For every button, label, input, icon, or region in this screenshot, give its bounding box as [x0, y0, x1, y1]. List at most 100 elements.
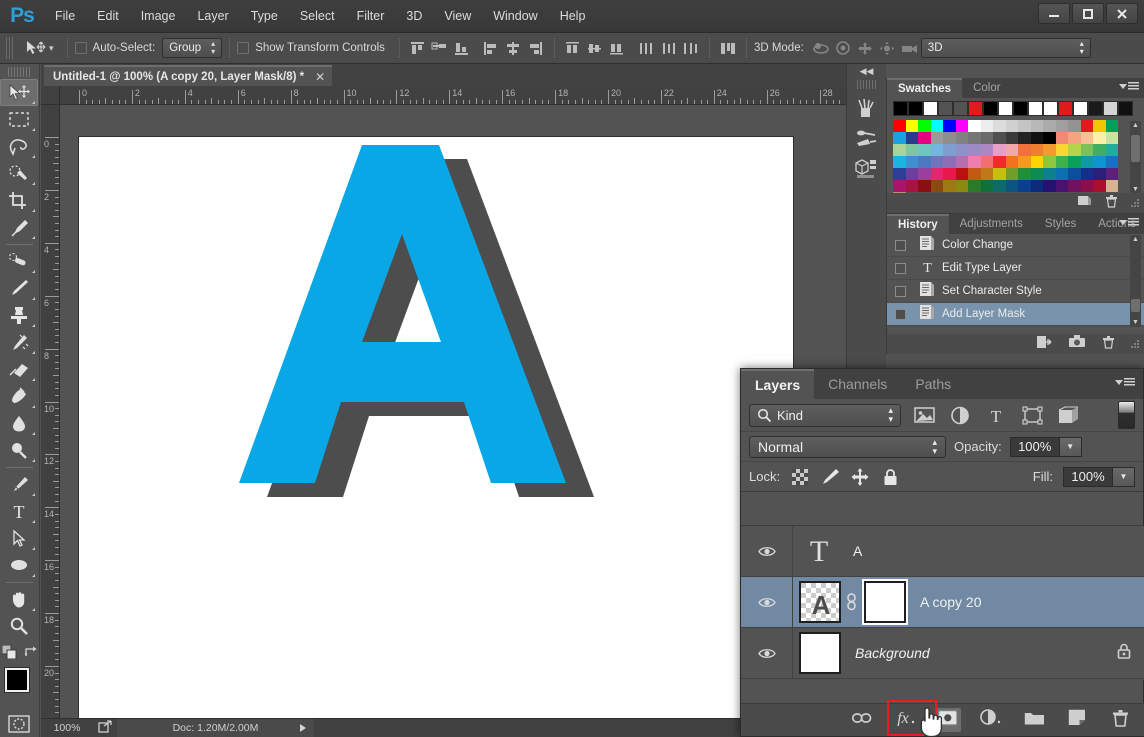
- document-info[interactable]: Doc: 1.20M/2.00M: [117, 718, 314, 737]
- swatches-tab-color[interactable]: Color: [962, 78, 1011, 98]
- swatch[interactable]: [1030, 120, 1043, 132]
- swatch[interactable]: [1080, 144, 1093, 156]
- hand-tool[interactable]: [0, 586, 38, 613]
- swatch[interactable]: [1030, 180, 1043, 192]
- canvas[interactable]: [79, 137, 793, 718]
- distribute-top-edges-icon[interactable]: [562, 37, 584, 59]
- layer-mask-thumbnail[interactable]: [864, 581, 906, 623]
- move-tool[interactable]: [0, 79, 38, 106]
- recent-swatch[interactable]: [1073, 101, 1088, 116]
- clone-stamp-tool[interactable]: [0, 302, 38, 329]
- scroll-up-arrow-icon[interactable]: ▲: [1132, 122, 1139, 129]
- layer-name[interactable]: A copy 20: [920, 594, 982, 610]
- swatch[interactable]: [1018, 168, 1031, 180]
- 3d-camera-icon[interactable]: [899, 37, 921, 59]
- menu-item-select[interactable]: Select: [289, 0, 346, 33]
- menu-item-filter[interactable]: Filter: [346, 0, 396, 33]
- scroll-down-arrow-icon[interactable]: ▼: [1132, 319, 1139, 326]
- filter-type-icon[interactable]: T: [983, 404, 1009, 427]
- move-tool-icon[interactable]: [19, 37, 53, 59]
- swatch[interactable]: [905, 120, 918, 132]
- swatch[interactable]: [1043, 180, 1056, 192]
- recent-swatch[interactable]: [923, 101, 938, 116]
- filter-pixel-icon[interactable]: [911, 404, 937, 427]
- eyedropper-tool[interactable]: [0, 214, 38, 241]
- swap-colors-icon[interactable]: [24, 646, 38, 659]
- swatch[interactable]: [955, 144, 968, 156]
- swatch[interactable]: [1005, 180, 1018, 192]
- swatch[interactable]: [1093, 132, 1106, 144]
- menu-item-image[interactable]: Image: [130, 0, 187, 33]
- swatch[interactable]: [1043, 168, 1056, 180]
- swatch[interactable]: [968, 144, 981, 156]
- new-swatch-icon[interactable]: [1078, 194, 1092, 212]
- distribute-bottom-edges-icon[interactable]: [606, 37, 628, 59]
- recent-swatch[interactable]: [893, 101, 908, 116]
- 3d-slide-icon[interactable]: [877, 37, 899, 59]
- 3d-orbit-icon[interactable]: [811, 37, 833, 59]
- swatch[interactable]: [930, 168, 943, 180]
- align-left-edges-icon[interactable]: [481, 37, 503, 59]
- swatch[interactable]: [1093, 180, 1106, 192]
- filter-adjustment-icon[interactable]: [947, 404, 973, 427]
- eye-icon[interactable]: [757, 596, 776, 609]
- close-button[interactable]: [1106, 3, 1138, 24]
- swatch[interactable]: [918, 156, 931, 168]
- horizontal-ruler[interactable]: 0 2 4 6 8 10 12 14 16 18 20 22 24 26 28: [60, 86, 846, 105]
- swatch[interactable]: [930, 180, 943, 192]
- swatch[interactable]: [1068, 180, 1081, 192]
- swatch[interactable]: [918, 144, 931, 156]
- foreground-color-swatch[interactable]: [5, 668, 29, 692]
- minimize-button[interactable]: [1038, 3, 1070, 24]
- recent-swatch[interactable]: [1088, 101, 1103, 116]
- history-snapshot-checkbox[interactable]: [895, 285, 906, 297]
- swatch[interactable]: [1018, 180, 1031, 192]
- swatch[interactable]: [993, 156, 1006, 168]
- layers-tab-paths[interactable]: Paths: [901, 369, 965, 399]
- rectangular-marquee-tool[interactable]: [0, 106, 38, 133]
- scrollbar-thumb[interactable]: [1131, 135, 1140, 162]
- swatch[interactable]: [1005, 144, 1018, 156]
- tools-panel-grip[interactable]: [8, 67, 31, 77]
- swatch[interactable]: [1005, 168, 1018, 180]
- swatches-tab-swatches[interactable]: Swatches: [887, 78, 963, 98]
- opacity-input[interactable]: 100%: [1009, 436, 1060, 457]
- scroll-up-arrow-icon[interactable]: ▲: [1132, 236, 1139, 243]
- recent-swatch[interactable]: [1043, 101, 1058, 116]
- swatch[interactable]: [980, 180, 993, 192]
- delete-layer-button[interactable]: [1107, 708, 1133, 732]
- menu-item-window[interactable]: Window: [482, 0, 548, 33]
- align-bottom-edges-icon[interactable]: [451, 37, 473, 59]
- swatch[interactable]: [1068, 168, 1081, 180]
- swatch[interactable]: [968, 156, 981, 168]
- swatch[interactable]: [1068, 120, 1081, 132]
- swatches-panel-menu-button[interactable]: [1119, 82, 1139, 91]
- tool-preset-chevron-icon[interactable]: ▾: [49, 43, 54, 54]
- swatch[interactable]: [955, 168, 968, 180]
- filter-smartobject-icon[interactable]: [1055, 404, 1081, 427]
- history-state-row[interactable]: Add Layer Mask: [887, 303, 1144, 326]
- swatch[interactable]: [993, 120, 1006, 132]
- swatch[interactable]: [1093, 120, 1106, 132]
- swatches-grid[interactable]: [893, 120, 1119, 204]
- dodge-tool[interactable]: [0, 437, 38, 464]
- scrollbar-thumb[interactable]: [1131, 299, 1140, 312]
- brushes-icon[interactable]: [847, 93, 885, 123]
- swatch[interactable]: [1055, 120, 1068, 132]
- distribute-left-edges-icon[interactable]: [636, 37, 658, 59]
- history-snapshot-checkbox[interactable]: [895, 262, 906, 274]
- swatch[interactable]: [1043, 144, 1056, 156]
- history-state-list[interactable]: Color Change T Edit Type Layer Set Characte…: [887, 234, 1144, 326]
- swatch[interactable]: [1055, 180, 1068, 192]
- quick-selection-tool[interactable]: [0, 160, 38, 187]
- swatch[interactable]: [1018, 144, 1031, 156]
- scroll-down-arrow-icon[interactable]: ▼: [1132, 186, 1139, 193]
- swatch[interactable]: [918, 120, 931, 132]
- maximize-button[interactable]: [1072, 3, 1104, 24]
- swatch[interactable]: [943, 180, 956, 192]
- align-vertical-centers-icon[interactable]: [429, 37, 451, 59]
- recent-swatch[interactable]: [1118, 101, 1133, 116]
- swatches-scrollbar[interactable]: ▲ ▼: [1130, 121, 1141, 194]
- path-selection-tool[interactable]: [0, 525, 38, 552]
- swatch[interactable]: [993, 180, 1006, 192]
